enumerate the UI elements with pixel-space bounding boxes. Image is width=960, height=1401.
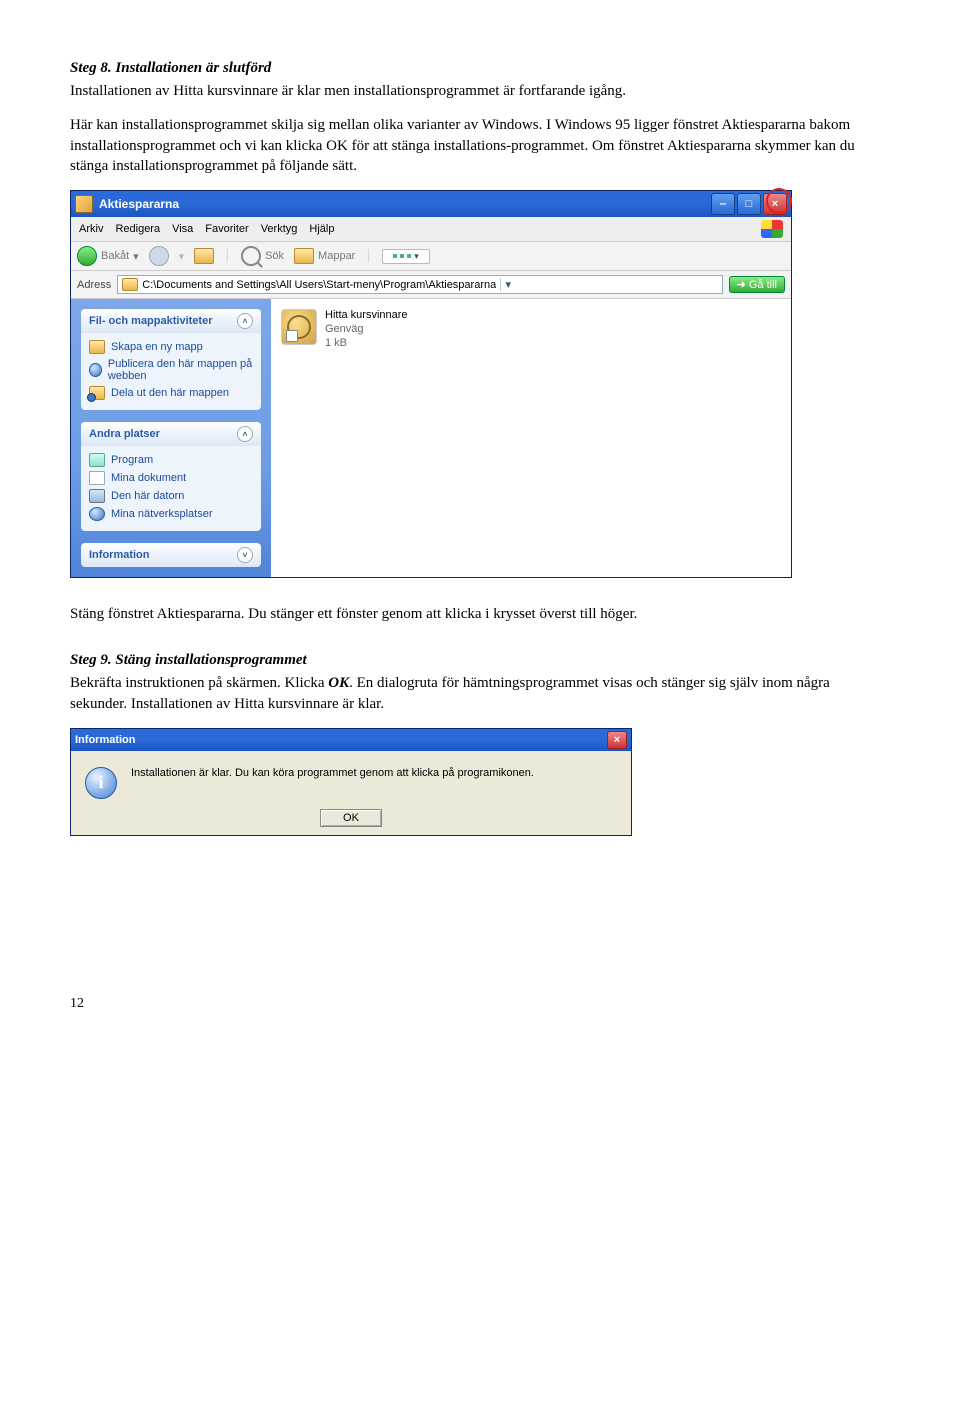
step8-para1: Installationen av Hitta kursvinnare är k… bbox=[70, 81, 890, 101]
minimize-button[interactable]: ‒ bbox=[711, 193, 735, 215]
dialog-title: Information bbox=[75, 734, 136, 746]
address-label: Adress bbox=[77, 279, 111, 291]
folders-button[interactable]: Mappar bbox=[294, 248, 355, 264]
documents-icon bbox=[89, 471, 105, 485]
folders-label: Mappar bbox=[318, 250, 355, 262]
shortcut-icon bbox=[281, 309, 317, 345]
close-button[interactable]: × bbox=[763, 193, 787, 215]
panel-header[interactable]: Andra platser ˄ bbox=[81, 422, 261, 446]
menu-verktyg[interactable]: Verktyg bbox=[261, 223, 298, 235]
back-icon bbox=[77, 246, 97, 266]
sidebar-item-label: Program bbox=[111, 454, 153, 466]
search-button[interactable]: Sök bbox=[241, 246, 284, 266]
dialog-titlebar[interactable]: Information × bbox=[71, 729, 631, 751]
after-explorer-text: Stäng fönstret Aktiespararna. Du stänger… bbox=[70, 604, 890, 624]
network-icon bbox=[89, 507, 105, 521]
go-label: Gå till bbox=[749, 279, 777, 291]
menu-redigera[interactable]: Redigera bbox=[115, 223, 160, 235]
panel-title: Information bbox=[89, 549, 150, 561]
maximize-button[interactable]: □ bbox=[737, 193, 761, 215]
chevron-down-icon: ▾ bbox=[414, 251, 419, 262]
sidebar-item-mycomputer[interactable]: Den här datorn bbox=[89, 487, 253, 505]
step8-para2: Här kan installationsprogrammet skilja s… bbox=[70, 115, 890, 176]
go-button[interactable]: ➜ Gå till bbox=[729, 276, 785, 293]
menu-visa[interactable]: Visa bbox=[172, 223, 193, 235]
back-button[interactable]: Bakåt ▾ bbox=[77, 246, 139, 266]
panel-other-places: Andra platser ˄ Program Mina dokument De… bbox=[81, 422, 261, 531]
file-item[interactable]: Hitta kursvinnare Genväg 1 kB bbox=[281, 309, 781, 350]
folder-icon bbox=[122, 278, 138, 291]
collapse-icon[interactable]: ˄ bbox=[237, 313, 253, 329]
globe-icon bbox=[89, 363, 102, 377]
sidebar-item-publish[interactable]: Publicera den här mappen på webben bbox=[89, 356, 253, 384]
menubar: Arkiv Redigera Visa Favoriter Verktyg Hj… bbox=[71, 217, 791, 242]
sidebar-item-program[interactable]: Program bbox=[89, 451, 253, 469]
folder-icon bbox=[75, 195, 93, 213]
file-list[interactable]: Hitta kursvinnare Genväg 1 kB bbox=[271, 299, 791, 577]
sidebar-item-mydocs[interactable]: Mina dokument bbox=[89, 469, 253, 487]
titlebar[interactable]: Aktiespararna ‒ □ × bbox=[71, 191, 791, 217]
search-label: Sök bbox=[265, 250, 284, 262]
menu-hjalp[interactable]: Hjälp bbox=[309, 223, 334, 235]
address-path: C:\Documents and Settings\All Users\Star… bbox=[142, 279, 496, 291]
search-icon bbox=[241, 246, 261, 266]
toolbar: Bakåt ▾ ▾ │ Sök Mappar │ ▾ bbox=[71, 242, 791, 271]
panel-title: Fil- och mappaktiviteter bbox=[89, 315, 212, 327]
panel-title: Andra platser bbox=[89, 428, 160, 440]
menu-favoriter[interactable]: Favoriter bbox=[205, 223, 248, 235]
addressbar: Adress C:\Documents and Settings\All Use… bbox=[71, 271, 791, 299]
sidebar-item-label: Publicera den här mappen på webben bbox=[108, 358, 253, 382]
dialog-close-button[interactable]: × bbox=[607, 731, 627, 749]
collapse-icon[interactable]: ˄ bbox=[237, 426, 253, 442]
sidebar-item-label: Dela ut den här mappen bbox=[111, 387, 229, 399]
explorer-window: Aktiespararna ‒ □ × Arkiv Redigera Visa … bbox=[70, 190, 792, 578]
chevron-down-icon: ▾ bbox=[179, 250, 185, 263]
file-type: Genväg bbox=[325, 323, 408, 337]
ok-button[interactable]: OK bbox=[320, 809, 382, 827]
expand-icon[interactable]: ˅ bbox=[237, 547, 253, 563]
step9-prefix: Bekräfta instruktionen på skärmen. Klick… bbox=[70, 675, 328, 691]
back-label: Bakåt bbox=[101, 250, 129, 262]
sidebar-item-new-folder[interactable]: Skapa en ny mapp bbox=[89, 338, 253, 356]
page-number: 12 bbox=[70, 996, 890, 1012]
computer-icon bbox=[89, 489, 105, 503]
views-button[interactable]: ▾ bbox=[382, 249, 430, 264]
info-dialog: Information × i Installationen är klar. … bbox=[70, 728, 632, 836]
up-folder-icon[interactable] bbox=[194, 248, 214, 264]
file-name: Hitta kursvinnare bbox=[325, 309, 408, 323]
panel-header[interactable]: Information ˅ bbox=[81, 543, 261, 567]
go-arrow-icon: ➜ bbox=[737, 278, 746, 291]
chevron-down-icon: ▾ bbox=[133, 250, 139, 263]
step9-ok-word: OK bbox=[328, 675, 349, 691]
step9-heading: Steg 9. Stäng installationsprogrammet bbox=[70, 652, 890, 669]
window-title: Aktiespararna bbox=[99, 197, 179, 211]
folder-tree-icon bbox=[294, 248, 314, 264]
info-icon: i bbox=[85, 767, 117, 799]
dialog-text: Installationen är klar. Du kan köra prog… bbox=[131, 767, 534, 779]
close-highlight-icon bbox=[766, 188, 792, 214]
share-icon bbox=[89, 386, 105, 400]
windows-logo-icon bbox=[761, 220, 783, 238]
menu-arkiv[interactable]: Arkiv bbox=[79, 223, 103, 235]
new-folder-icon bbox=[89, 340, 105, 354]
sidebar-item-label: Mina nätverksplatser bbox=[111, 508, 213, 520]
panel-file-tasks: Fil- och mappaktiviteter ˄ Skapa en ny m… bbox=[81, 309, 261, 410]
program-icon bbox=[89, 453, 105, 467]
sidebar: Fil- och mappaktiviteter ˄ Skapa en ny m… bbox=[71, 299, 271, 577]
step8-heading: Steg 8. Installationen är slutförd bbox=[70, 60, 890, 77]
sidebar-item-label: Skapa en ny mapp bbox=[111, 341, 203, 353]
step9-para: Bekräfta instruktionen på skärmen. Klick… bbox=[70, 673, 890, 714]
sidebar-item-label: Mina dokument bbox=[111, 472, 186, 484]
sidebar-item-network[interactable]: Mina nätverksplatser bbox=[89, 505, 253, 523]
address-dropdown[interactable]: ▾ bbox=[500, 278, 515, 291]
sidebar-item-label: Den här datorn bbox=[111, 490, 184, 502]
sidebar-item-share[interactable]: Dela ut den här mappen bbox=[89, 384, 253, 402]
panel-header[interactable]: Fil- och mappaktiviteter ˄ bbox=[81, 309, 261, 333]
forward-icon[interactable] bbox=[149, 246, 169, 266]
file-size: 1 kB bbox=[325, 337, 408, 351]
address-input[interactable]: C:\Documents and Settings\All Users\Star… bbox=[117, 275, 722, 294]
panel-information: Information ˅ bbox=[81, 543, 261, 567]
